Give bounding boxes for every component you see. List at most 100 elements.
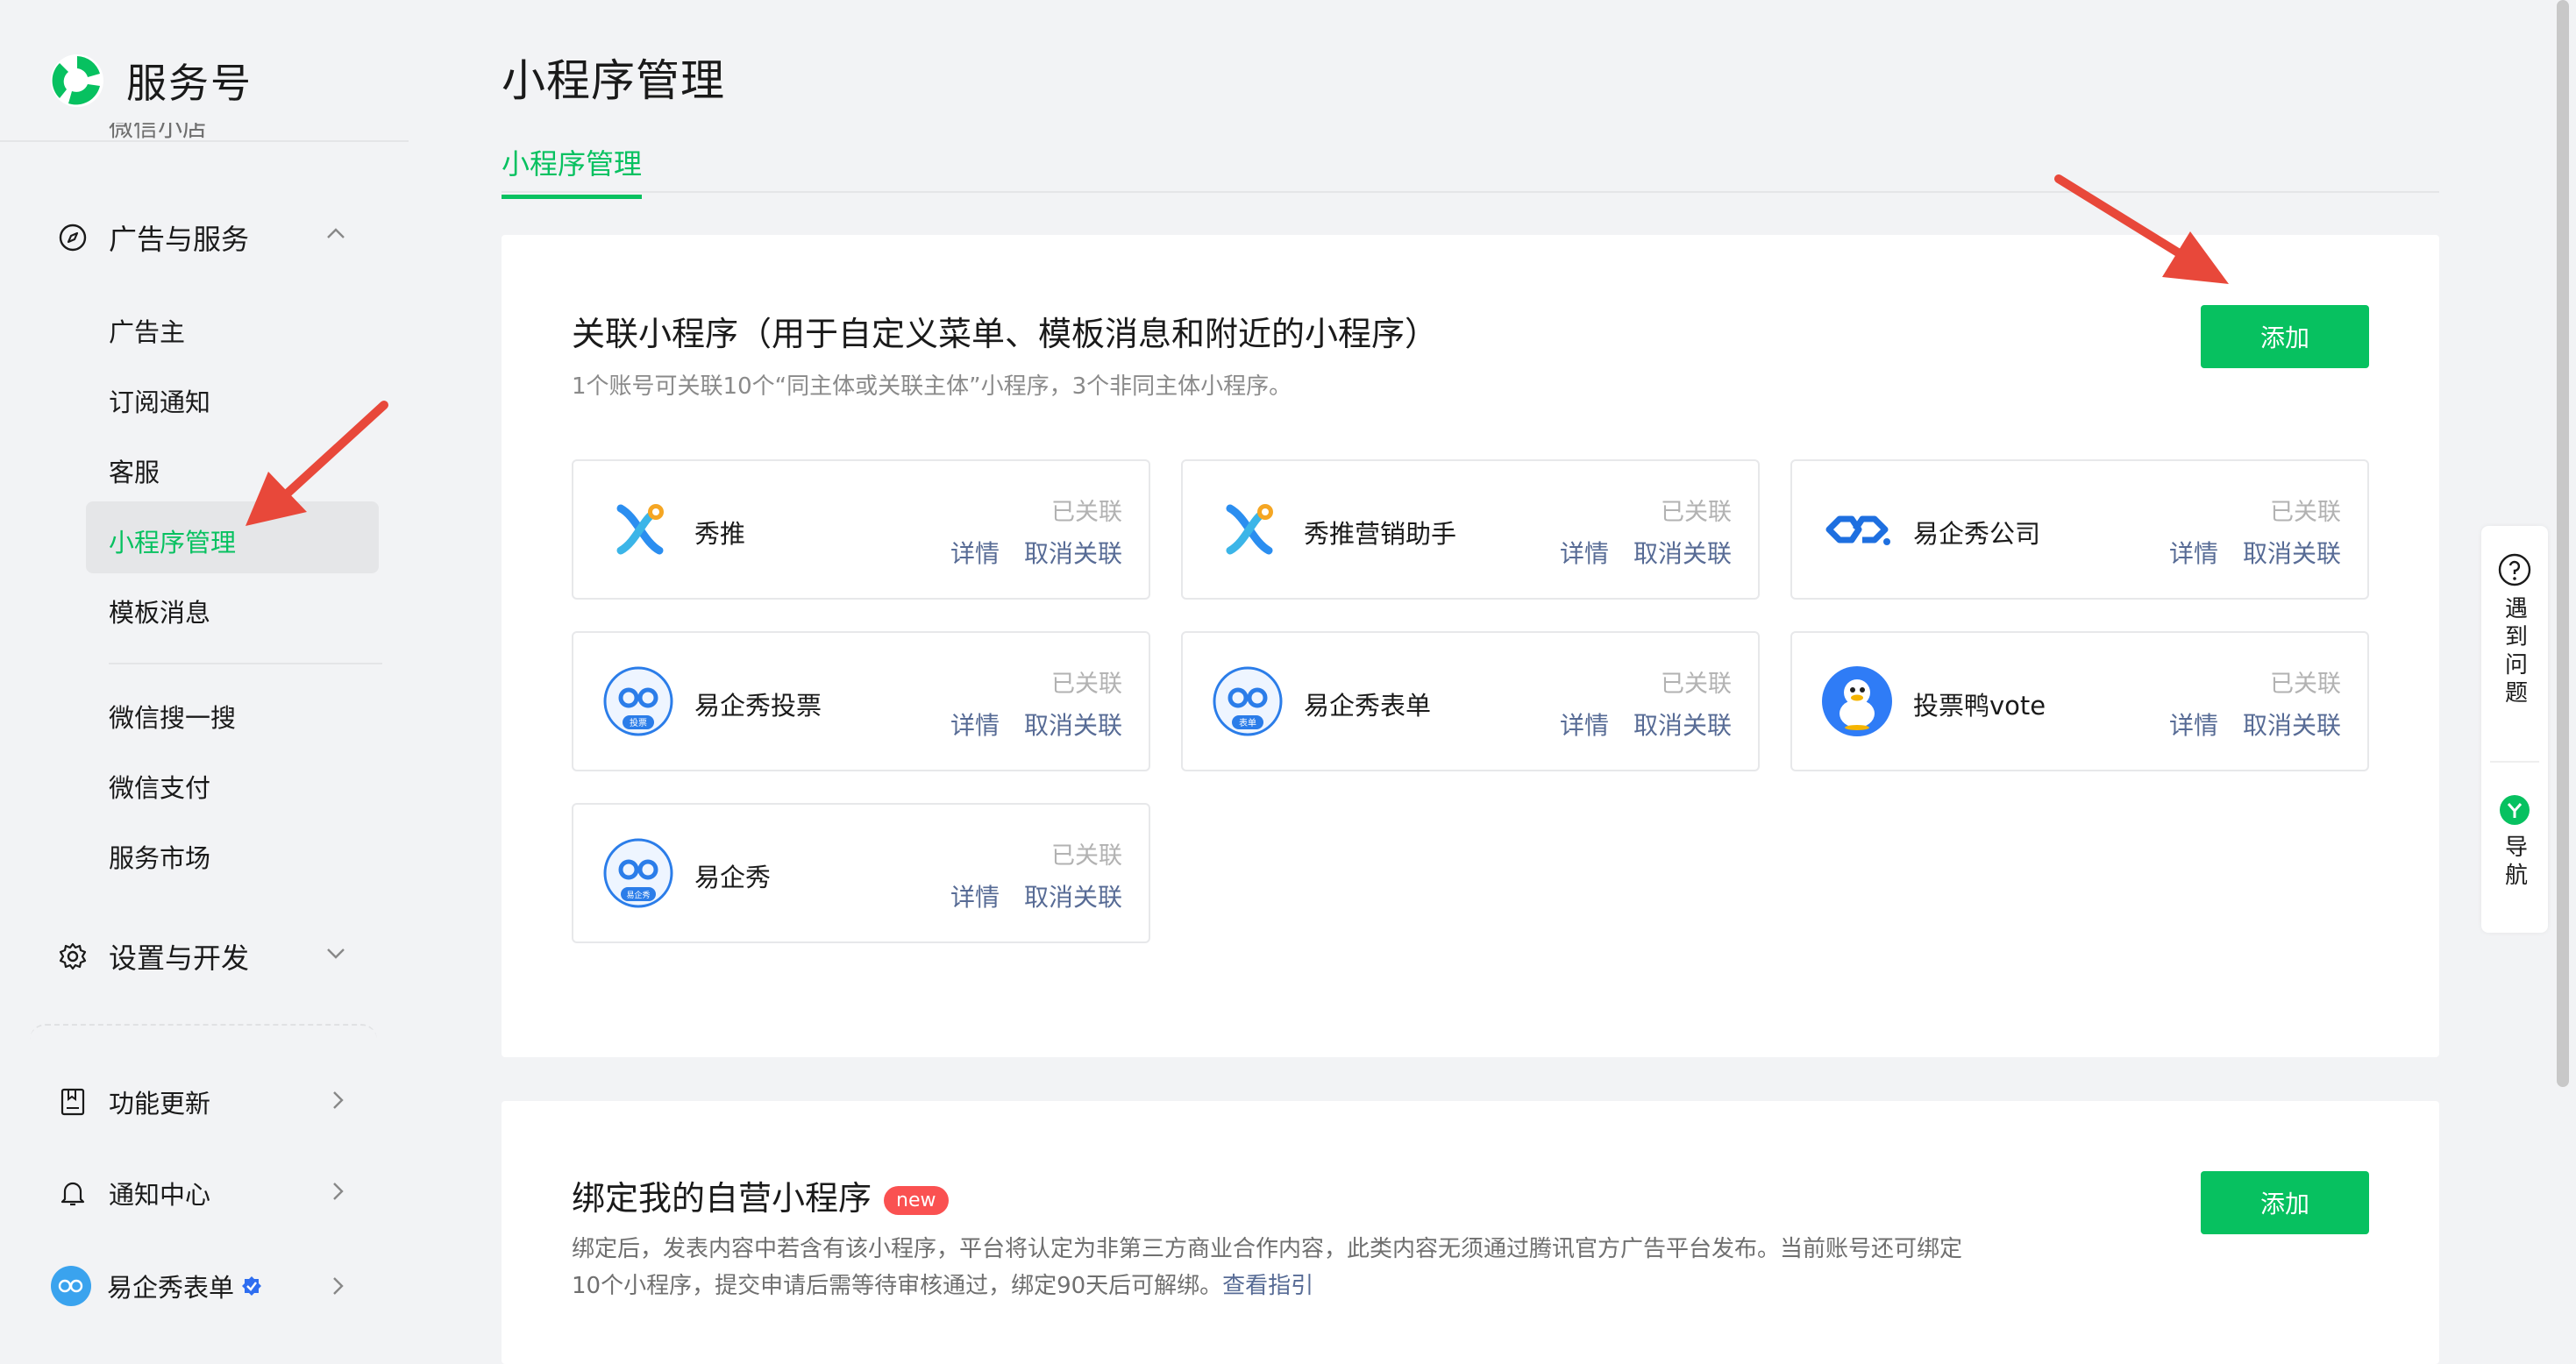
avatar <box>51 1266 91 1306</box>
miniprogram-card: 表单 易企秀表单 已关联 详情 取消关联 <box>1181 631 1760 771</box>
chevron-down-icon[interactable] <box>323 940 349 966</box>
chevron-right-icon[interactable] <box>324 1178 351 1204</box>
unlink-link[interactable]: 取消关联 <box>1633 535 1732 570</box>
sidebar-item-subscription[interactable]: 订阅通知 <box>109 382 210 419</box>
sidebar-updates[interactable]: 功能更新 <box>58 1083 210 1120</box>
unlink-link[interactable]: 取消关联 <box>1633 707 1732 742</box>
bind-desc-line2: 10个小程序，提交申请后需等待审核通过，绑定90天后可解绑。查看指引 <box>572 1268 2150 1304</box>
detail-link[interactable]: 详情 <box>950 878 1000 913</box>
detail-link[interactable]: 详情 <box>950 707 1000 742</box>
detail-link[interactable]: 详情 <box>2169 707 2218 742</box>
sidebar-divider <box>109 663 382 664</box>
nav-logo-icon <box>2500 795 2530 825</box>
annotation-arrow <box>246 401 388 526</box>
scrollbar[interactable] <box>2557 0 2569 1087</box>
miniprogram-name: 易企秀 <box>694 863 772 892</box>
link-status: 已关联 <box>1051 842 1122 870</box>
add-bind-button[interactable]: 添加 <box>2201 1171 2369 1234</box>
chevron-right-icon[interactable] <box>324 1087 351 1113</box>
bind-section-title-text: 绑定我的自营小程序 <box>572 1179 872 1218</box>
help-label: 遇到问题 <box>2501 596 2528 708</box>
detail-link[interactable]: 详情 <box>1560 535 1609 570</box>
compass-icon <box>59 224 87 252</box>
sidebar-item-clipped[interactable]: 微信小店 <box>109 123 207 142</box>
miniprogram-card: 投票 易企秀投票 已关联 详情 取消关联 <box>572 631 1150 771</box>
gear-icon <box>59 942 87 970</box>
icon-tag: 表单 <box>1239 717 1256 728</box>
miniprogram-card: 秀推营销助手 已关联 详情 取消关联 <box>1181 459 1760 600</box>
link-status: 已关联 <box>1661 671 1732 698</box>
xiutui-logo-icon <box>1226 504 1273 555</box>
bind-desc-line2-text: 10个小程序，提交申请后需等待审核通过，绑定90天后可解绑。 <box>572 1273 1223 1299</box>
icon-tag: 易企秀 <box>626 890 650 900</box>
sidebar: 服务号 微信小店 广告与服务 广告主 订阅通知 客服 小程序管理 模板消息 微信… <box>0 0 409 1332</box>
detail-link[interactable]: 详情 <box>1560 707 1609 742</box>
brand[interactable]: 服务号 <box>47 47 253 114</box>
unlink-link[interactable]: 取消关联 <box>1024 535 1122 570</box>
bind-miniprograms-card: 绑定我的自营小程序 new 添加 绑定后，发表内容中若含有该小程序，平台将认定为非… <box>502 1101 2439 1364</box>
floating-help-panel: 遇到问题 导航 <box>2481 526 2548 933</box>
sidebar-dashed-divider <box>30 1024 377 1043</box>
sidebar-updates-label: 功能更新 <box>109 1089 211 1119</box>
nav-label: 导航 <box>2501 835 2528 891</box>
linked-section-subtitle: 1个账号可关联10个“同主体或关联主体”小程序，3个非同主体小程序。 <box>572 373 1292 400</box>
nav-button[interactable]: 导航 <box>2481 794 2548 891</box>
sidebar-item-miniprogram[interactable]: 小程序管理 <box>109 522 236 559</box>
unlink-link[interactable]: 取消关联 <box>2243 707 2341 742</box>
sidebar-notifications[interactable]: 通知中心 <box>58 1175 210 1211</box>
help-divider <box>2490 761 2539 763</box>
add-linked-button[interactable]: 添加 <box>2201 305 2369 368</box>
bind-section-description: 绑定后，发表内容中若含有该小程序，平台将认定为非第三方商业合作内容，此类内容无须… <box>572 1231 2150 1304</box>
sidebar-item-template[interactable]: 模板消息 <box>109 593 210 629</box>
help-button[interactable]: 遇到问题 <box>2481 552 2548 708</box>
sidebar-account[interactable]: 易企秀表单 <box>51 1266 262 1306</box>
sidebar-notifications-label: 通知中心 <box>109 1180 211 1210</box>
question-icon <box>2498 553 2531 586</box>
eqxiu-logo-icon <box>58 1279 83 1293</box>
chevron-right-icon[interactable] <box>324 1273 351 1299</box>
icon-tag: 投票 <box>630 717 647 728</box>
miniprogram-card: 投票鸭vote 已关联 详情 取消关联 <box>1790 631 2369 771</box>
annotation-arrow <box>2054 174 2229 284</box>
tab-miniprogram-management[interactable]: 小程序管理 <box>502 142 643 199</box>
bind-section-title: 绑定我的自营小程序 new <box>572 1171 949 1219</box>
book-icon <box>60 1088 85 1116</box>
detail-link[interactable]: 详情 <box>2169 535 2218 570</box>
sidebar-divider <box>0 140 409 142</box>
link-status: 已关联 <box>2270 671 2341 698</box>
new-badge: new <box>884 1186 949 1215</box>
sidebar-item-customer-service[interactable]: 客服 <box>109 452 160 489</box>
sidebar-item-market[interactable]: 服务市场 <box>109 838 210 875</box>
eqxiu-form-icon: 表单 <box>1213 666 1283 736</box>
detail-link[interactable]: 详情 <box>950 535 1000 570</box>
sidebar-group-settings-label: 设置与开发 <box>109 941 250 975</box>
eqxiu-vote-icon: 投票 <box>603 666 673 736</box>
chevron-up-icon[interactable] <box>323 221 349 247</box>
miniprogram-name: 秀推营销助手 <box>1304 519 1457 549</box>
link-status: 已关联 <box>1661 499 1732 526</box>
unlink-link[interactable]: 取消关联 <box>1024 707 1122 742</box>
page-title: 小程序管理 <box>502 55 725 106</box>
duck-icon <box>1822 666 1892 736</box>
sidebar-group-ads-label: 广告与服务 <box>109 223 250 256</box>
linked-miniprograms-card: 关联小程序（用于自定义菜单、模板消息和附近的小程序） 1个账号可关联10个“同主… <box>502 235 2439 1057</box>
miniprogram-name: 易企秀公司 <box>1913 519 2041 549</box>
xiutui-logo-icon <box>616 504 664 555</box>
sidebar-item-pay[interactable]: 微信支付 <box>109 768 210 805</box>
sidebar-item-search[interactable]: 微信搜一搜 <box>109 698 236 735</box>
link-status: 已关联 <box>2270 499 2341 526</box>
sidebar-group-settings[interactable]: 设置与开发 <box>58 936 249 977</box>
sidebar-item-advertiser[interactable]: 广告主 <box>109 312 185 349</box>
guide-link[interactable]: 查看指引 <box>1222 1273 1313 1299</box>
miniprogram-name: 秀推 <box>694 519 746 549</box>
eqxiu-round-icon: 易企秀 <box>603 838 673 908</box>
miniprogram-card: 秀推 已关联 详情 取消关联 <box>572 459 1150 600</box>
miniprogram-name: 易企秀表单 <box>1304 691 1432 721</box>
miniprogram-card: 易企秀 易企秀 已关联 详情 取消关联 <box>572 803 1150 943</box>
unlink-link[interactable]: 取消关联 <box>2243 535 2341 570</box>
sidebar-group-ads[interactable]: 广告与服务 <box>58 217 249 258</box>
unlink-link[interactable]: 取消关联 <box>1024 878 1122 913</box>
bell-icon <box>60 1182 85 1206</box>
linked-section-title: 关联小程序（用于自定义菜单、模板消息和附近的小程序） <box>572 315 1439 353</box>
link-status: 已关联 <box>1051 671 1122 698</box>
